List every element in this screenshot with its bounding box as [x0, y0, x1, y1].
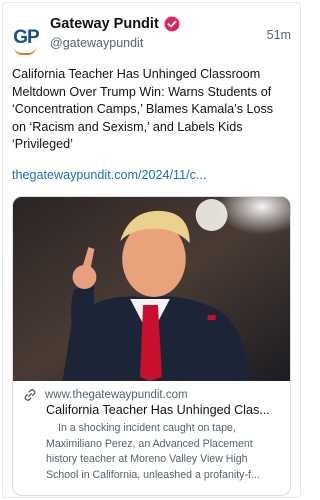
- avatar[interactable]: GP: [12, 24, 40, 55]
- post-text: California Teacher Has Unhinged Classroo…: [12, 67, 274, 151]
- author-name[interactable]: Gateway Pundit: [50, 16, 159, 32]
- card-image[interactable]: [13, 197, 290, 381]
- photo-speaker-pointing-icon: [13, 197, 290, 381]
- author-row: Gateway Pundit: [50, 16, 180, 32]
- card-meta: www.thegatewaypundit.com California Teac…: [13, 381, 290, 495]
- card-description: In a shocking incident caught on tape, M…: [46, 421, 282, 483]
- avatar-arc: [14, 47, 36, 55]
- author-handle[interactable]: @gatewaypundit: [50, 36, 143, 50]
- card-description-text: In a shocking incident caught on tape, M…: [46, 422, 260, 481]
- avatar-text: GP: [13, 27, 39, 48]
- verified-badge-icon: [164, 16, 180, 32]
- card-title[interactable]: California Teacher Has Unhinged Clas...: [46, 403, 284, 417]
- link-preview-card[interactable]: www.thegatewaypundit.com California Teac…: [12, 196, 291, 496]
- post-time[interactable]: 51m: [267, 28, 291, 42]
- card-domain: www.thegatewaypundit.com: [45, 389, 188, 401]
- card-domain-row: www.thegatewaypundit.com: [23, 388, 188, 402]
- link-icon: [24, 389, 36, 401]
- post-header: GP Gateway Pundit @gatewaypundit 51m: [12, 14, 293, 58]
- post-link[interactable]: thegatewaypundit.com/2024/11/c...: [12, 168, 206, 182]
